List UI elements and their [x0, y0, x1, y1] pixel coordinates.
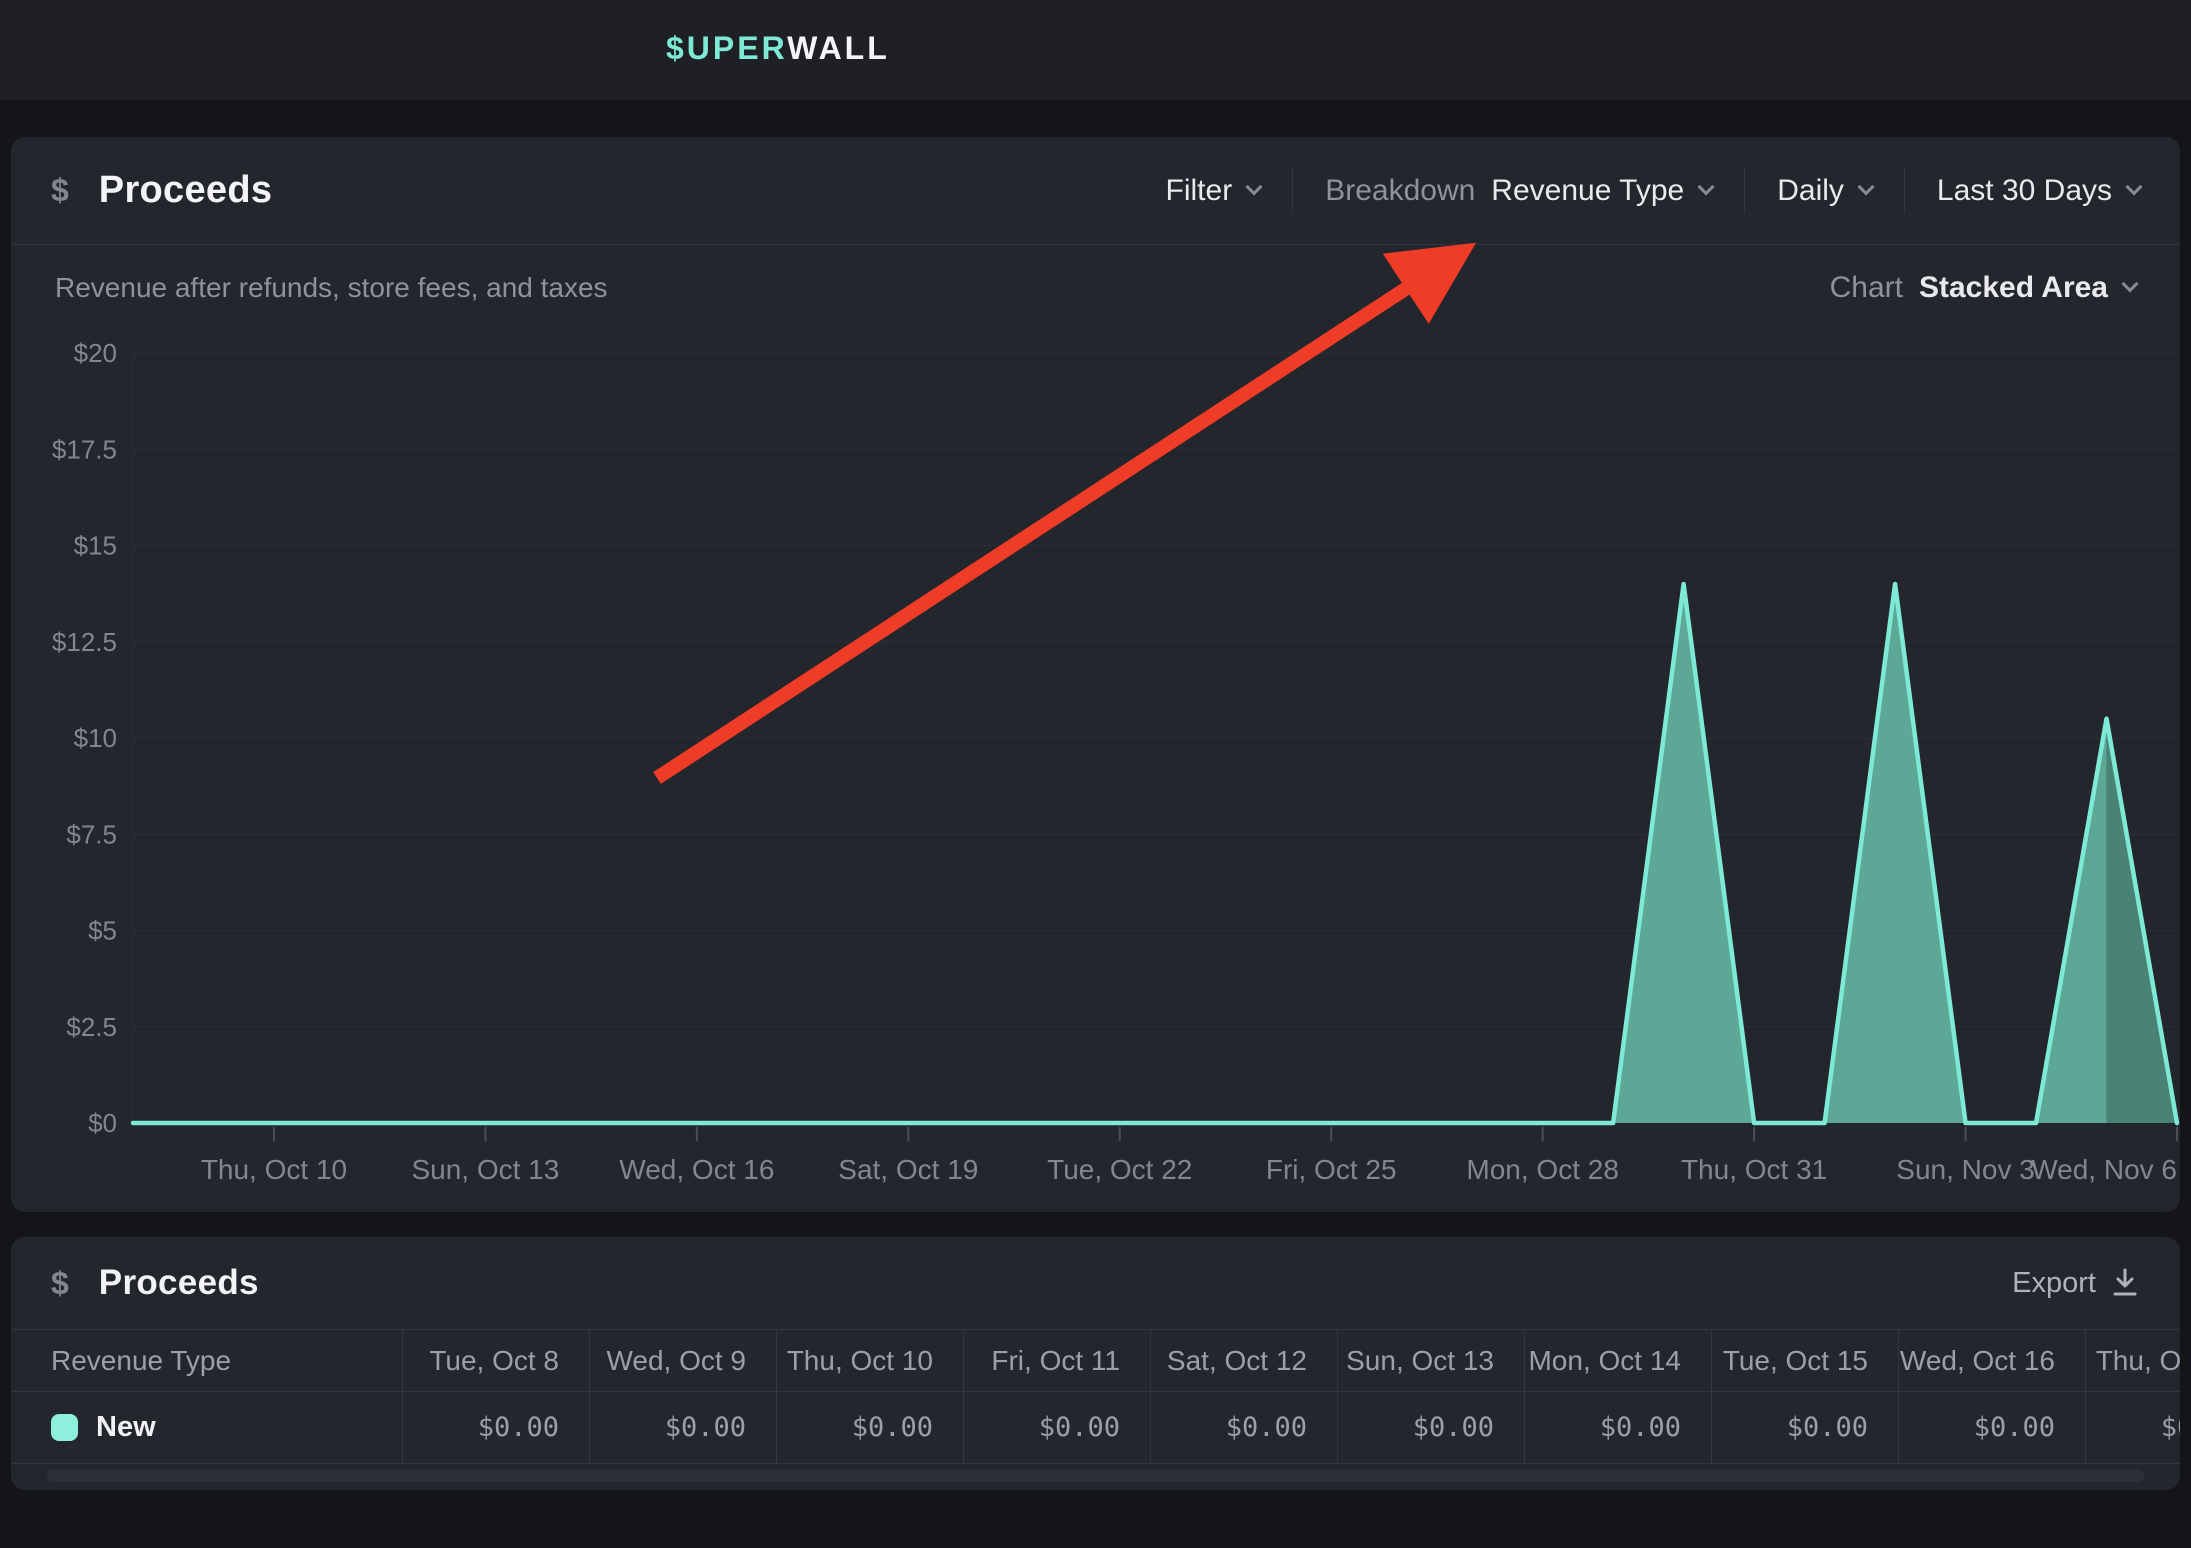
date-range-dropdown[interactable]: Last 30 Days — [1937, 174, 2140, 208]
value-cell: $0.00 — [1711, 1392, 1898, 1463]
y-axis-label: $12.5 — [52, 627, 117, 657]
filter-dropdown[interactable]: Filter — [1166, 174, 1261, 208]
value-cell: $0.00 — [589, 1392, 776, 1463]
proceeds-chart-card: $0 $2.5 $5 $7.5 $10 $12.5 $15 $17.5 $20 Thu, Oct … — [11, 137, 2180, 1212]
x-axis-label: Sat, Oct 19 — [838, 1154, 978, 1185]
y-axis-label: $10 — [74, 723, 117, 753]
dollar-icon: $ — [51, 172, 69, 209]
table-card-title: Proceeds — [99, 1263, 259, 1303]
chart-card-title: Proceeds — [99, 169, 273, 212]
download-icon — [2110, 1267, 2140, 1299]
logo-rest: WALL — [787, 30, 890, 66]
table-header-row: Revenue TypeTue, Oct 8Wed, Oct 9Thu, Oct… — [11, 1329, 2180, 1391]
series-swatch — [51, 1414, 78, 1441]
divider — [1744, 168, 1745, 214]
column-header-revenue-type: Revenue Type — [11, 1330, 402, 1391]
value-cell: $0.00 — [1337, 1392, 1524, 1463]
chevron-down-icon — [2122, 276, 2139, 293]
divider — [1904, 168, 1905, 214]
column-header-date: Tue, Oct 15 — [1711, 1330, 1898, 1391]
chart-subtitle: Revenue after refunds, store fees, and t… — [55, 272, 608, 304]
value-cell: $0.00 — [1150, 1392, 1337, 1463]
chart-type-dropdown[interactable]: Chart Stacked Area — [1830, 271, 2136, 305]
x-axis-label: Wed, Oct 16 — [619, 1154, 774, 1185]
column-header-date: Sun, Oct 13 — [1337, 1330, 1524, 1391]
table-row: New$0.00$0.00$0.00$0.00$0.00$0.00$0.00$0… — [11, 1391, 2180, 1464]
x-axis-label: Sun, Oct 13 — [411, 1154, 559, 1185]
column-header-date: Tue, Oct 8 — [402, 1330, 589, 1391]
column-header-date: Wed, Oct 16 — [1898, 1330, 2085, 1391]
superwall-logo[interactable]: $UPERWALL — [666, 30, 890, 67]
dollar-icon: $ — [51, 1265, 69, 1302]
x-axis-label: Tue, Oct 22 — [1047, 1154, 1192, 1185]
x-axis-label: Mon, Oct 28 — [1466, 1154, 1619, 1185]
x-axis-label: Wed, Nov 6 — [2031, 1154, 2177, 1185]
export-button[interactable]: Export — [2012, 1267, 2140, 1300]
x-axis-label: Thu, Oct 10 — [201, 1154, 347, 1185]
logo-accent: $UPER — [666, 30, 787, 66]
value-cell: $0.00 — [776, 1392, 963, 1463]
chevron-down-icon — [1857, 178, 1874, 195]
column-header-date: Sat, Oct 12 — [1150, 1330, 1337, 1391]
proceeds-table-card: $ Proceeds Export Revenue TypeTue, Oct 8… — [11, 1237, 2180, 1490]
y-axis-label: $20 — [74, 338, 117, 368]
x-axis-label: Fri, Oct 25 — [1266, 1154, 1397, 1185]
x-axis-label: Sun, Nov 3 — [1896, 1154, 2035, 1185]
column-header-date: Mon, Oct 14 — [1524, 1330, 1711, 1391]
row-label: New — [96, 1411, 156, 1444]
column-header-date: Thu, Oct 10 — [776, 1330, 963, 1391]
column-header-date: Wed, Oct 9 — [589, 1330, 776, 1391]
breakdown-dropdown[interactable]: Breakdown Revenue Type — [1325, 174, 1712, 208]
horizontal-scrollbar[interactable] — [47, 1469, 2144, 1482]
interval-dropdown[interactable]: Daily — [1777, 174, 1872, 208]
value-cell: $0.00 — [1524, 1392, 1711, 1463]
y-axis-label: $0 — [88, 1108, 117, 1138]
value-cell: $0.00 — [2085, 1392, 2180, 1463]
y-axis-label: $17.5 — [52, 434, 117, 464]
y-axis-label: $7.5 — [66, 819, 117, 849]
chevron-down-icon — [1698, 178, 1715, 195]
chevron-down-icon — [1246, 178, 1263, 195]
value-cell: $0.00 — [963, 1392, 1150, 1463]
value-cell: $0.00 — [402, 1392, 589, 1463]
y-axis-label: $2.5 — [66, 1012, 117, 1042]
column-header-date: Thu, Oct 17 — [2085, 1330, 2180, 1391]
y-axis-label: $15 — [74, 531, 117, 561]
x-axis-label: Thu, Oct 31 — [1681, 1154, 1827, 1185]
chart-card-header: $ Proceeds Filter Breakdown Revenue Type… — [11, 137, 2180, 245]
row-label-cell: New — [11, 1392, 402, 1463]
top-bar: $UPERWALL — [0, 0, 2191, 100]
chevron-down-icon — [2126, 178, 2143, 195]
divider — [1292, 168, 1293, 214]
column-header-date: Fri, Oct 11 — [963, 1330, 1150, 1391]
value-cell: $0.00 — [1898, 1392, 2085, 1463]
y-axis-label: $5 — [88, 916, 117, 946]
